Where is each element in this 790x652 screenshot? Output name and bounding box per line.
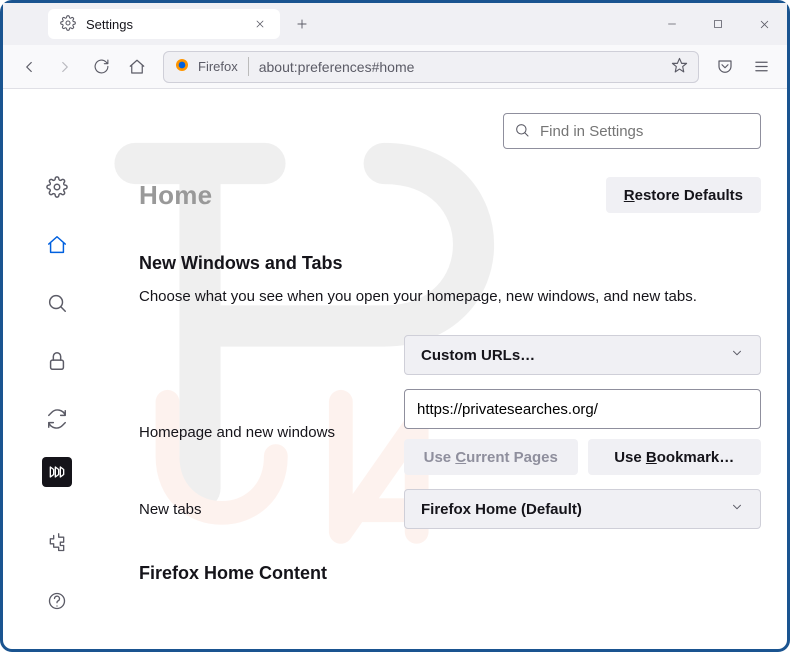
toolbar: Firefox about:preferences#home xyxy=(3,45,787,89)
page-heading: Home xyxy=(139,180,212,211)
reload-button[interactable] xyxy=(85,51,117,83)
back-button[interactable] xyxy=(13,51,45,83)
browser-tab[interactable]: Settings xyxy=(48,9,280,39)
section-firefox-home-content: Firefox Home Content xyxy=(139,563,761,584)
newtabs-label: New tabs xyxy=(139,501,404,518)
section-new-windows-tabs: New Windows and Tabs xyxy=(139,253,761,274)
identity-box[interactable]: Firefox xyxy=(174,57,249,76)
close-icon[interactable] xyxy=(252,16,268,32)
url-text: about:preferences#home xyxy=(259,59,661,75)
sidebar-item-sync[interactable] xyxy=(37,399,77,439)
homepage-label: Homepage and new windows xyxy=(139,424,404,441)
gear-icon xyxy=(60,15,76,34)
bookmark-star-icon[interactable] xyxy=(671,57,688,77)
maximize-button[interactable] xyxy=(695,3,741,45)
settings-pane: Home Restore Defaults New Windows and Ta… xyxy=(111,89,787,631)
sidebar-item-extensions[interactable] xyxy=(37,523,77,563)
sidebar-item-general[interactable] xyxy=(37,167,77,207)
app-menu-button[interactable] xyxy=(745,51,777,83)
select-value: Firefox Home (Default) xyxy=(421,501,582,518)
sidebar-item-help[interactable] xyxy=(37,581,77,621)
tab-title: Settings xyxy=(86,17,242,32)
section-description: Choose what you see when you open your h… xyxy=(139,288,761,305)
firefox-icon xyxy=(174,57,190,76)
sidebar-item-more[interactable] xyxy=(42,457,72,487)
homepage-mode-select[interactable]: Custom URLs… xyxy=(404,335,761,375)
pocket-button[interactable] xyxy=(709,51,741,83)
close-window-button[interactable] xyxy=(741,3,787,45)
home-button[interactable] xyxy=(121,51,153,83)
url-bar[interactable]: Firefox about:preferences#home xyxy=(163,51,699,83)
restore-defaults-button[interactable]: Restore Defaults xyxy=(606,177,761,213)
select-value: Custom URLs… xyxy=(421,347,535,364)
chevron-down-icon xyxy=(730,346,744,364)
find-in-settings-input[interactable] xyxy=(540,123,750,140)
use-bookmark-button[interactable]: Use Bookmark… xyxy=(588,439,762,475)
forward-button[interactable] xyxy=(49,51,81,83)
minimize-button[interactable] xyxy=(649,3,695,45)
identity-label: Firefox xyxy=(198,59,238,74)
find-in-settings[interactable] xyxy=(503,113,761,149)
new-tab-button[interactable] xyxy=(286,3,318,45)
homepage-url-input[interactable] xyxy=(404,389,761,429)
use-current-pages-button[interactable]: Use Current Pages xyxy=(404,439,578,475)
newtabs-select[interactable]: Firefox Home (Default) xyxy=(404,489,761,529)
chevron-down-icon xyxy=(730,500,744,518)
settings-sidebar xyxy=(3,89,111,631)
titlebar: Settings xyxy=(3,3,787,45)
search-icon xyxy=(514,122,530,141)
sidebar-item-privacy[interactable] xyxy=(37,341,77,381)
sidebar-item-search[interactable] xyxy=(37,283,77,323)
sidebar-item-home[interactable] xyxy=(37,225,77,265)
